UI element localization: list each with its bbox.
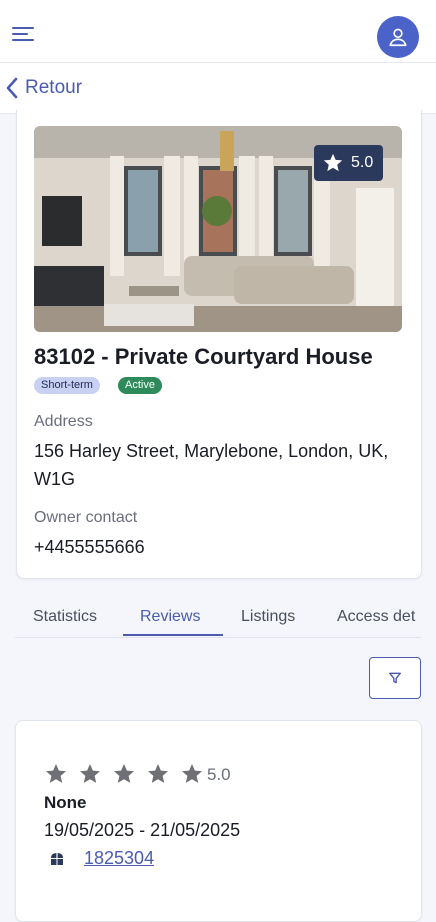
booking-link[interactable]: 1825304	[84, 848, 154, 869]
address-label: Address	[34, 413, 93, 430]
term-badge: Short-term	[34, 377, 100, 394]
owner-contact-label: Owner contact	[34, 509, 138, 526]
booking-icon	[51, 853, 63, 865]
tab-listings[interactable]: Listings	[241, 608, 295, 626]
review-stars	[44, 762, 204, 786]
review-rating-value: 5.0	[207, 765, 231, 784]
tab-bar: Statistics Reviews Listings Access det	[15, 600, 421, 638]
active-tab-indicator	[123, 634, 223, 636]
chevron-left-icon[interactable]	[4, 76, 20, 100]
user-icon	[389, 28, 407, 47]
star-icon	[148, 764, 168, 783]
owner-contact-value: +4455555666	[34, 537, 145, 557]
top-bar	[0, 0, 436, 63]
menu-icon[interactable]	[12, 27, 36, 45]
star-icon	[114, 764, 134, 783]
star-icon	[80, 764, 100, 783]
filter-button[interactable]	[369, 657, 421, 699]
property-title: 83102 - Private Courtyard House	[34, 344, 373, 369]
back-button[interactable]: Retour	[25, 77, 82, 99]
status-badge: Active	[118, 377, 162, 394]
user-avatar[interactable]	[377, 16, 419, 58]
rating-value: 5.0	[351, 154, 374, 171]
tab-access-details[interactable]: Access det	[337, 608, 415, 626]
star-icon	[46, 764, 66, 783]
review-dates: 19/05/2025 - 21/05/2025	[44, 820, 241, 840]
tab-statistics[interactable]: Statistics	[33, 608, 97, 626]
rating-badge: 5.0	[314, 145, 383, 181]
address-value: 156 Harley Street, Marylebone, London, U…	[34, 441, 389, 489]
tab-reviews[interactable]: Reviews	[140, 608, 200, 626]
reviewer-name: None	[44, 793, 87, 812]
star-icon	[323, 153, 343, 172]
star-icon	[182, 764, 202, 783]
filter-icon	[389, 672, 401, 684]
